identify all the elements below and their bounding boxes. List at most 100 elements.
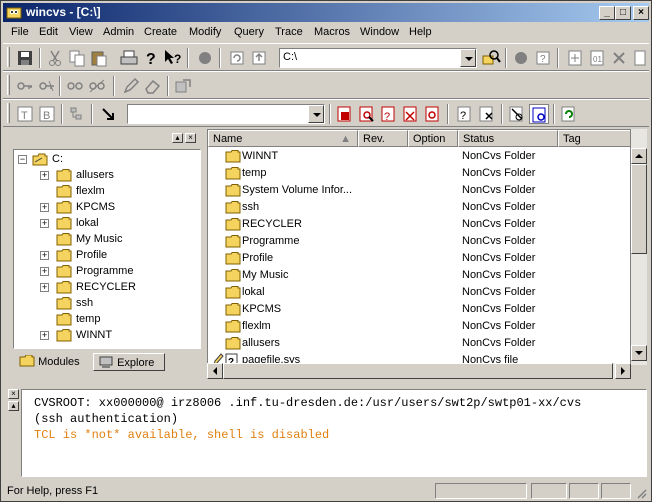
expand-icon[interactable]: +	[40, 203, 49, 212]
toggle-hidden-icon[interactable]	[507, 104, 527, 124]
list-item[interactable]: allusers NonCvs Folder	[208, 335, 630, 352]
save-icon[interactable]	[15, 48, 35, 68]
watch-on-icon[interactable]	[65, 76, 85, 96]
toolbar-grip[interactable]	[7, 103, 10, 123]
menu-view[interactable]: View	[69, 26, 93, 38]
unlock-key-icon[interactable]	[37, 76, 57, 96]
scroll-right-icon[interactable]	[615, 363, 631, 379]
expand-icon[interactable]: +	[40, 171, 49, 180]
list-item[interactable]: WINNT NonCvs Folder	[208, 148, 630, 165]
remove-icon[interactable]	[609, 48, 629, 68]
menu-help[interactable]: Help	[409, 26, 432, 38]
expand-icon[interactable]: +	[40, 219, 49, 228]
menu-admin[interactable]: Admin	[103, 26, 134, 38]
tab-explore[interactable]: Explore	[93, 353, 165, 371]
column-header-option[interactable]: Option	[408, 130, 458, 147]
list-horizontal-scrollbar[interactable]	[207, 363, 631, 379]
vertical-scroll-thumb[interactable]	[631, 164, 647, 254]
horizontal-scroll-thumb[interactable]	[223, 363, 613, 379]
filter-combobox[interactable]	[127, 104, 325, 124]
query-ignore-icon[interactable]	[477, 104, 497, 124]
close-button[interactable]: ×	[633, 6, 649, 20]
refresh-icon[interactable]	[227, 48, 247, 68]
show-modified-icon[interactable]	[335, 104, 355, 124]
add-icon[interactable]	[565, 48, 585, 68]
watch-off-icon[interactable]	[87, 76, 107, 96]
list-item[interactable]: temp NonCvs Folder	[208, 165, 630, 182]
expand-icon[interactable]: +	[40, 283, 49, 292]
context-help-icon[interactable]: ?	[163, 48, 183, 68]
list-item[interactable]: Programme NonCvs Folder	[208, 233, 630, 250]
maximize-button[interactable]: □	[615, 6, 631, 20]
list-item[interactable]: System Volume Infor... NonCvs Folder	[208, 182, 630, 199]
edit-pen-icon[interactable]	[121, 76, 141, 96]
toolbar-grip[interactable]	[7, 75, 10, 95]
folder-tree[interactable]: − C: + allusers flexlm + KPCMS + lokal My Music…	[13, 149, 201, 349]
stop-icon[interactable]	[195, 48, 215, 68]
go-arrow-icon[interactable]	[99, 104, 119, 124]
minimize-button[interactable]: _	[599, 6, 615, 20]
list-vertical-scrollbar[interactable]	[631, 129, 647, 365]
add-binary-icon[interactable]: 01	[587, 48, 607, 68]
scroll-left-icon[interactable]	[207, 363, 223, 379]
scroll-up-icon[interactable]	[631, 148, 647, 164]
paste-icon[interactable]	[89, 48, 109, 68]
list-item[interactable]: ssh NonCvs Folder	[208, 199, 630, 216]
file-list[interactable]: Name ▲ Rev. Option Status Tag WINNT NonCvs…	[207, 129, 631, 365]
chevron-down-icon[interactable]	[308, 105, 324, 123]
toggle-ignored-icon[interactable]	[529, 104, 549, 124]
menu-query[interactable]: Query	[234, 26, 264, 38]
menu-file[interactable]: File	[11, 26, 29, 38]
console-close-icon[interactable]: ×	[8, 389, 19, 399]
cut-icon[interactable]	[45, 48, 65, 68]
menu-macros[interactable]: Macros	[314, 26, 350, 38]
reload-view-icon[interactable]	[559, 104, 579, 124]
text-mode-icon[interactable]: T	[15, 104, 35, 124]
column-header-status[interactable]: Status	[458, 130, 558, 147]
panel-close-icon[interactable]: ×	[185, 133, 196, 143]
browse-location-icon[interactable]	[481, 48, 501, 68]
info-icon[interactable]: ?	[533, 48, 553, 68]
list-item[interactable]: My Music NonCvs Folder	[208, 267, 630, 284]
list-item[interactable]: Profile NonCvs Folder	[208, 250, 630, 267]
collapse-icon[interactable]: −	[18, 155, 27, 164]
stop-command-icon[interactable]	[511, 48, 531, 68]
menu-edit[interactable]: Edit	[39, 26, 58, 38]
expand-icon[interactable]: +	[40, 267, 49, 276]
wincvs-app-icon[interactable]	[6, 5, 22, 20]
copy-icon[interactable]	[67, 48, 87, 68]
menu-modify[interactable]: Modify	[189, 26, 221, 38]
binary-mode-icon[interactable]: B	[37, 104, 57, 124]
expand-icon[interactable]: +	[40, 331, 49, 340]
path-combobox[interactable]: C:\	[279, 48, 477, 68]
flat-view-icon[interactable]	[67, 104, 87, 124]
editors-icon[interactable]	[173, 76, 193, 96]
list-item[interactable]: flexlm NonCvs Folder	[208, 318, 630, 335]
print-icon[interactable]	[119, 48, 139, 68]
chevron-down-icon[interactable]	[460, 49, 476, 67]
console-maximize-icon[interactable]: ▴	[8, 401, 19, 411]
scroll-down-icon[interactable]	[631, 345, 647, 361]
panel-maximize-icon[interactable]: ▴	[172, 133, 183, 143]
help-icon[interactable]: ?	[141, 48, 161, 68]
column-header-rev[interactable]: Rev.	[358, 130, 408, 147]
menu-window[interactable]: Window	[360, 26, 399, 38]
output-console[interactable]: CVSROOT: xx000000@ irz8006 .inf.tu-dresd…	[21, 389, 647, 477]
query-update-icon[interactable]: ?	[455, 104, 475, 124]
expand-icon[interactable]: +	[40, 251, 49, 260]
list-item[interactable]: lokal NonCvs Folder	[208, 284, 630, 301]
resize-grip-icon[interactable]	[635, 487, 647, 499]
column-header-tag[interactable]: Tag	[558, 130, 630, 147]
toolbar-grip[interactable]	[7, 47, 10, 67]
show-missing-icon[interactable]	[401, 104, 421, 124]
show-unknown-icon[interactable]: ?	[379, 104, 399, 124]
show-conflict-icon[interactable]	[357, 104, 377, 124]
menu-trace[interactable]: Trace	[275, 26, 303, 38]
list-item[interactable]: RECYCLER NonCvs Folder	[208, 216, 630, 233]
title-bar[interactable]: wincvs - [C:\] _ □ ×	[3, 3, 649, 22]
menu-create[interactable]: Create	[144, 26, 177, 38]
edit-file-icon[interactable]	[631, 48, 651, 68]
tab-modules[interactable]: Modules	[15, 353, 91, 371]
show-changed-icon[interactable]	[423, 104, 443, 124]
lock-key-icon[interactable]	[15, 76, 35, 96]
